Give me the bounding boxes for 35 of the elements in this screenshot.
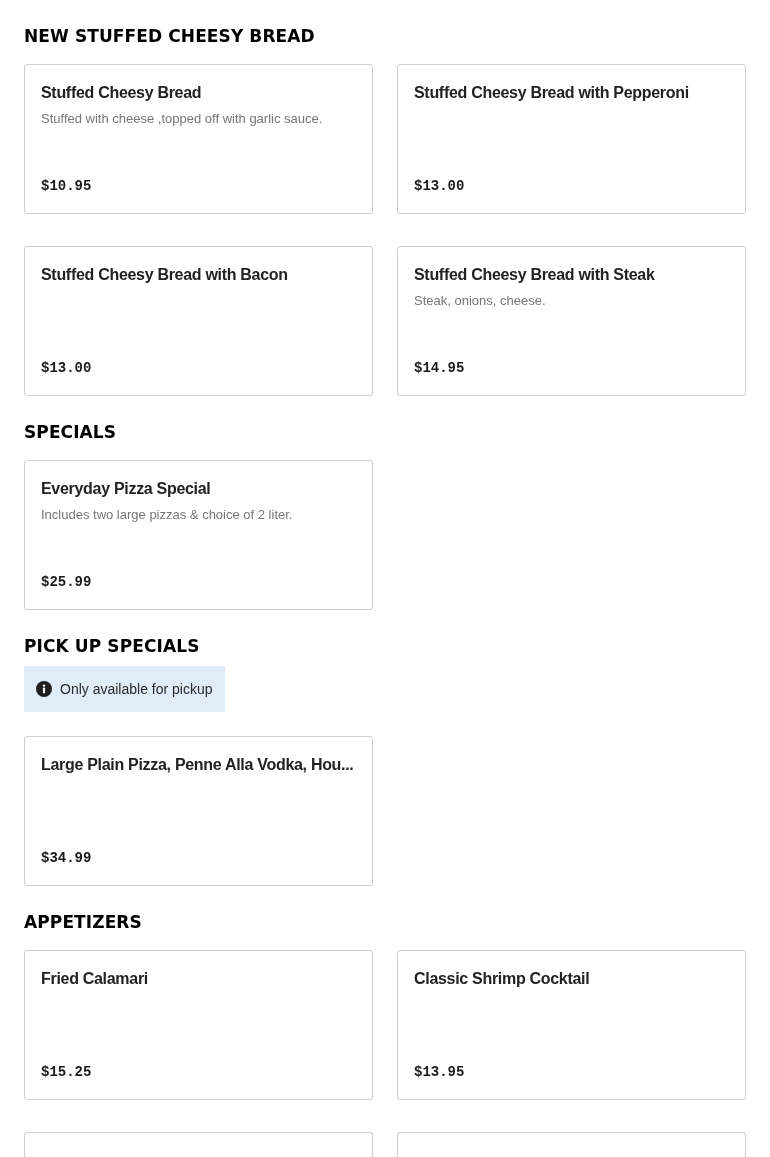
section-heading: PICK UP SPECIALS (24, 635, 201, 658)
menu-item-card[interactable] (24, 1132, 373, 1157)
item-price: $25.99 (41, 573, 93, 591)
section-heading: SPECIALS (24, 421, 118, 444)
item-description: Includes two large pizzas & choice of 2 liter. (41, 506, 294, 524)
menu-item-card[interactable]: Stuffed Cheesy Bread with Steak Steak, onions, cheese. $14.95 (397, 246, 746, 396)
item-price: $10.95 (41, 177, 93, 195)
notice-text: Only available for pickup (60, 681, 213, 697)
item-price: $13.00 (414, 177, 466, 195)
menu-item-card[interactable]: Classic Shrimp Cocktail $13.95 (397, 950, 746, 1100)
item-price: $15.25 (41, 1063, 93, 1081)
menu-item-card[interactable]: Large Plain Pizza, Penne Alla Vodka, Hou... $34.99 (24, 736, 373, 886)
section-heading: NEW STUFFED CHEESY BREAD (24, 25, 316, 48)
menu-item-card[interactable] (397, 1132, 746, 1157)
item-name: Stuffed Cheesy Bread with Steak (414, 265, 656, 285)
item-price: $13.95 (414, 1063, 466, 1081)
menu-item-card[interactable]: Stuffed Cheesy Bread with Pepperoni $13.00 (397, 64, 746, 214)
item-name: Everyday Pizza Special (41, 479, 212, 499)
info-icon (36, 681, 52, 697)
item-description: Stuffed with cheese ,topped off with garlic sauce. (41, 110, 324, 128)
item-name: Large Plain Pizza, Penne Alla Vodka, Hou... (41, 755, 355, 775)
item-description: Steak, onions, cheese. (414, 292, 547, 310)
item-price: $14.95 (414, 359, 466, 377)
item-name: Stuffed Cheesy Bread with Bacon (41, 265, 289, 285)
menu-item-card[interactable]: Fried Calamari $15.25 (24, 950, 373, 1100)
section-heading: APPETIZERS (24, 911, 143, 934)
item-name: Classic Shrimp Cocktail (414, 969, 591, 989)
item-name: Fried Calamari (41, 969, 149, 989)
item-name: Stuffed Cheesy Bread with Pepperoni (414, 83, 690, 103)
item-price: $34.99 (41, 849, 93, 867)
item-name: Stuffed Cheesy Bread (41, 83, 203, 103)
menu-item-card[interactable]: Everyday Pizza Special Includes two large pizzas & choice of 2 liter. $25.99 (24, 460, 373, 610)
menu-item-card[interactable]: Stuffed Cheesy Bread with Bacon $13.00 (24, 246, 373, 396)
menu-item-card[interactable]: Stuffed Cheesy Bread Stuffed with cheese ,topped off with garlic sauce. $10.95 (24, 64, 373, 214)
item-price: $13.00 (41, 359, 93, 377)
